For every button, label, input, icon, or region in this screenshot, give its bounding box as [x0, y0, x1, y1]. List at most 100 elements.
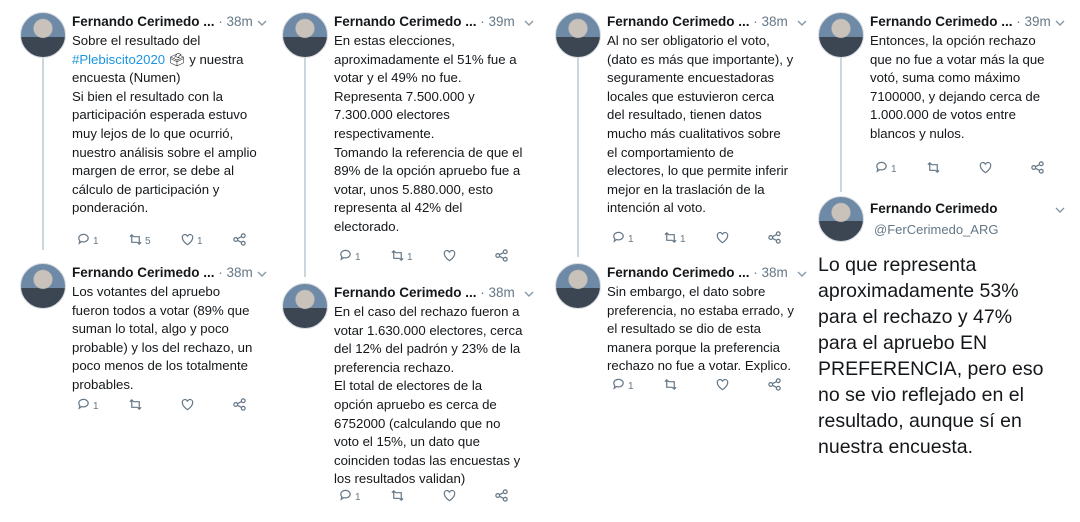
author-name[interactable]: Fernando Cerimedo ... [607, 265, 750, 280]
author-name[interactable]: Fernando Cerimedo ... [334, 285, 477, 300]
retweet-button[interactable]: 1 [663, 230, 715, 248]
hashtag-link[interactable]: #Plebiscito2020 [72, 52, 165, 67]
avatar[interactable] [20, 12, 66, 58]
like-button[interactable] [978, 160, 1030, 178]
like-button[interactable] [442, 248, 494, 266]
avatar[interactable] [555, 12, 601, 58]
share-button[interactable] [767, 230, 819, 248]
author-name[interactable]: Fernando Cerimedo [870, 201, 998, 216]
chevron-down-icon[interactable] [524, 15, 534, 26]
heart-icon [180, 232, 195, 250]
thread-line [42, 52, 44, 250]
reply-icon [76, 397, 91, 415]
reply-icon [76, 232, 91, 250]
tweet-time[interactable]: · 38m [753, 14, 788, 29]
tweet-actions: 1 [338, 488, 546, 506]
author-name[interactable]: Fernando Cerimedo ... [334, 14, 477, 29]
like-button[interactable]: 1 [180, 232, 232, 250]
tweet-text: Entonces, la opción rechazo que no fue a… [870, 33, 1045, 141]
chevron-down-icon[interactable] [1055, 202, 1065, 213]
share-icon [1030, 160, 1045, 178]
share-button[interactable] [494, 248, 546, 266]
like-button[interactable] [715, 230, 767, 248]
like-button[interactable] [715, 377, 767, 395]
reply-icon [338, 488, 353, 506]
tweet-text: Sin embargo, el dato sobre preferencia, … [607, 284, 794, 374]
tweet-time[interactable]: · 38m [753, 265, 788, 280]
heart-icon [978, 160, 993, 178]
like-button[interactable] [442, 488, 494, 506]
like-button[interactable] [180, 397, 232, 415]
tweet-column-3: Fernando Cerimedo ... · 38m Al no ser ob… [555, 0, 807, 522]
share-icon [767, 230, 782, 248]
share-button[interactable] [494, 488, 546, 506]
heart-icon [442, 488, 457, 506]
retweet-icon [128, 397, 143, 415]
tweet-time[interactable]: · 38m [218, 265, 253, 280]
tweet-text: En el caso del rechazo fueron a votar 1.… [334, 304, 523, 487]
tweet-actions: 1 [874, 160, 1080, 178]
reply-button[interactable]: 1 [611, 230, 663, 248]
share-button[interactable] [232, 232, 284, 250]
heart-icon [715, 377, 730, 395]
tweet-text: Los votantes del apruebo fueron todos a … [72, 284, 253, 392]
avatar[interactable] [818, 12, 864, 58]
author-name[interactable]: Fernando Cerimedo ... [72, 14, 215, 29]
share-button[interactable] [767, 377, 819, 395]
chevron-down-icon[interactable] [524, 286, 534, 297]
tweet-time[interactable]: · 39m [1016, 14, 1051, 29]
retweet-button[interactable]: 1 [390, 248, 442, 266]
share-icon [767, 377, 782, 395]
reply-button[interactable]: 1 [76, 397, 128, 415]
retweet-icon [390, 488, 405, 506]
tweet-actions: 1 [611, 377, 819, 395]
retweet-button[interactable]: 5 [128, 232, 180, 250]
chevron-down-icon[interactable] [257, 266, 267, 277]
retweet-button[interactable] [128, 397, 180, 415]
share-icon [232, 397, 247, 415]
reply-button[interactable]: 1 [338, 248, 390, 266]
reply-icon [611, 230, 626, 248]
avatar[interactable] [20, 263, 66, 309]
retweet-button[interactable] [663, 377, 715, 395]
share-button[interactable] [1030, 160, 1080, 178]
tweet-time[interactable]: · 38m [218, 14, 253, 29]
avatar[interactable] [282, 283, 328, 329]
tweet-actions: 1 [76, 397, 284, 415]
chevron-down-icon[interactable] [1055, 15, 1065, 26]
chevron-down-icon[interactable] [257, 15, 267, 26]
avatar[interactable] [555, 263, 601, 309]
tweet-actions: 1 1 [338, 248, 546, 266]
reply-button[interactable]: 1 [874, 160, 926, 178]
tweet-column-2: Fernando Cerimedo ... · 39m En estas ele… [282, 0, 534, 522]
retweet-button[interactable] [926, 160, 978, 178]
reply-button[interactable]: 1 [76, 232, 128, 250]
reply-button[interactable]: 1 [338, 488, 390, 506]
thread-line [577, 52, 579, 257]
author-name[interactable]: Fernando Cerimedo ... [870, 14, 1013, 29]
author-handle[interactable]: @FerCerimedo_ARG [874, 222, 998, 237]
tweet-actions: 1 1 [611, 230, 819, 248]
share-icon [494, 248, 509, 266]
heart-icon [180, 397, 195, 415]
retweet-icon [663, 377, 678, 395]
retweet-icon [390, 248, 405, 266]
share-icon [232, 232, 247, 250]
retweet-icon [663, 230, 678, 248]
reply-icon [874, 160, 889, 178]
retweet-button[interactable] [390, 488, 442, 506]
tweet-text: Al no ser obligatorio el voto, (dato es … [607, 33, 794, 216]
tweet-time[interactable]: · 38m [480, 285, 515, 300]
share-button[interactable] [232, 397, 284, 415]
author-name[interactable]: Fernando Cerimedo ... [607, 14, 750, 29]
reply-button[interactable]: 1 [611, 377, 663, 395]
tweet-time[interactable]: · 39m [480, 14, 515, 29]
chevron-down-icon[interactable] [797, 266, 807, 277]
author-name[interactable]: Fernando Cerimedo ... [72, 265, 215, 280]
heart-icon [442, 248, 457, 266]
avatar[interactable] [282, 12, 328, 58]
avatar[interactable] [818, 196, 864, 242]
chevron-down-icon[interactable] [797, 15, 807, 26]
expanded-tweet-text: Lo que representa aproximadamente 53% pa… [818, 254, 1044, 458]
tweet-text: Sobre el resultado del #Plebiscito2020 🗳… [72, 33, 257, 216]
